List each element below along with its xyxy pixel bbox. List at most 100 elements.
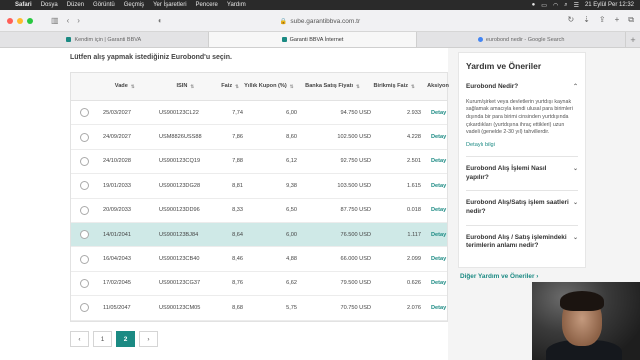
row-radio[interactable]: [79, 303, 89, 313]
chevron-down-icon[interactable]: ⌄: [573, 234, 578, 242]
chevron-up-icon[interactable]: ⌃: [573, 83, 578, 91]
faq-item-eurobond-nedir[interactable]: Eurobond Nedir? ⌃ Kurum/şirket veya devle…: [466, 79, 578, 156]
cell-aksiyon: Detay: [421, 280, 447, 286]
sort-icon[interactable]: ⇅: [190, 84, 194, 89]
back-icon[interactable]: ‹: [67, 16, 70, 25]
table-row[interactable]: 25/03/2027 US900123CL22 7,74 6,00 94.750 USD…: [71, 101, 447, 126]
detay-link[interactable]: Detay: [431, 280, 446, 286]
address-bar[interactable]: 🔒 sube.garantibbva.com.tr: [196, 14, 444, 28]
table-row[interactable]: 17/02/2045 US900123CG37 8,76 6,62 79.500 USD…: [71, 272, 447, 297]
detay-link[interactable]: Detay: [431, 232, 446, 238]
header-kupon[interactable]: Yıllık Kupon (%) ⇅: [242, 83, 296, 90]
faq-item-islem-saatleri[interactable]: Eurobond Alış/Satış işlem saatleri nedir…: [466, 190, 578, 224]
detay-link[interactable]: Detay: [431, 158, 446, 164]
wifi-icon[interactable]: ◠: [553, 2, 558, 9]
sort-icon[interactable]: ⇅: [235, 84, 239, 89]
prev-page-button[interactable]: ‹: [70, 331, 89, 347]
menu-pencere[interactable]: Pencere: [196, 2, 218, 8]
tab-google-search[interactable]: eurobond nedir - Google Search: [417, 32, 627, 47]
header-birikmis-faiz[interactable]: Birikmiş Faiz ⇅: [369, 83, 419, 90]
privacy-shield-icon[interactable]: ◐: [158, 16, 163, 25]
header-fiyat[interactable]: Banka Satış Fiyatı ⇅: [296, 83, 370, 90]
table-row[interactable]: 24/10/2028 US900123CQ19 7,88 6,12 92.750 USD…: [71, 150, 447, 175]
search-icon[interactable]: ⌕: [564, 2, 567, 9]
share-icon[interactable]: ⇪: [599, 15, 606, 25]
cell-faiz: 8,46: [232, 256, 243, 263]
cell-fiyat: 66.000 USD: [340, 256, 371, 263]
detay-link[interactable]: Detay: [431, 207, 446, 213]
tab-kendim-icin[interactable]: Kendim için | Garanti BBVA: [0, 32, 209, 47]
detayli-bilgi-link[interactable]: Detaylı bilgi: [466, 142, 578, 148]
menu-app-safari[interactable]: Safari: [15, 2, 32, 8]
chevron-down-icon[interactable]: ⌄: [573, 199, 578, 207]
table-row[interactable]: 20/09/2033 US900123DD96 8,33 6,50 87.750 USD…: [71, 199, 447, 223]
detay-link[interactable]: Detay: [431, 256, 446, 262]
menu-duzen[interactable]: Düzen: [67, 2, 84, 8]
other-help-link[interactable]: Diğer Yardım ve Öneriler ›: [460, 273, 538, 280]
next-page-button[interactable]: ›: [139, 331, 158, 347]
menu-gecmis[interactable]: Geçmiş: [124, 2, 144, 8]
header-vade[interactable]: Vade ⇅: [97, 83, 153, 90]
cell-isin: USM8826USS88: [153, 134, 219, 140]
detay-link[interactable]: Detay: [431, 134, 446, 140]
table-row[interactable]: 14/01/2041 US900123BJ84 8,64 6,00 76.500 USD…: [71, 222, 447, 248]
cell-kupon: 5,75: [243, 305, 297, 311]
page-instruction: Lütfen alış yapmak istediğiniz Eurobond'…: [70, 54, 232, 61]
table-row[interactable]: 24/09/2027 USM8826USS88 7,86 8,60 102.500 US…: [71, 125, 447, 150]
detay-link[interactable]: Detay: [431, 305, 446, 311]
sort-icon[interactable]: ⇅: [411, 84, 415, 89]
sort-icon[interactable]: ⇅: [290, 84, 294, 89]
cell-birikmis: 2.501: [371, 158, 421, 164]
detay-link[interactable]: Detay: [431, 110, 446, 116]
download-icon[interactable]: ⇣: [583, 15, 590, 25]
cell-vade: 11/05/2047: [97, 305, 153, 311]
faq-item-alis-islemi[interactable]: Eurobond Alış İşlemi Nasıl yapılır? ⌄: [466, 156, 578, 190]
cell-vade: 17/02/2045: [97, 280, 153, 286]
row-radio[interactable]: [79, 156, 89, 166]
tab-overview-icon[interactable]: ⧉: [628, 15, 634, 25]
table-row[interactable]: 19/01/2033 US900123DG28 8,81 9,38 103.500 US…: [71, 174, 447, 199]
cell-faiz: 7,74: [232, 109, 243, 116]
table-row[interactable]: 16/04/2043 US900123CB40 8,46 4,88 66.000 USD…: [71, 247, 447, 272]
row-radio[interactable]: [79, 278, 89, 288]
reload-icon[interactable]: ↻: [568, 15, 575, 25]
cell-faiz: 8,64: [232, 231, 243, 238]
cell-kupon: 6,00: [243, 110, 297, 116]
faq-item-terimler[interactable]: Eurobond Alış / Satış işlemindeki teriml…: [466, 224, 578, 259]
menu-yardim[interactable]: Yardım: [227, 2, 246, 8]
header-faiz[interactable]: Faiz ⇅: [218, 83, 242, 90]
record-icon[interactable]: ●: [532, 2, 536, 8]
row-radio[interactable]: [79, 205, 89, 215]
sidebar-toggle-icon[interactable]: ▥: [51, 16, 59, 25]
header-isin[interactable]: ISIN ⇅: [153, 83, 219, 90]
cell-isin: US900123DD96: [153, 207, 219, 213]
add-tab-icon[interactable]: +: [626, 32, 640, 47]
menu-yer-isaretleri[interactable]: Yer İşaretleri: [153, 2, 186, 8]
cell-isin: US900123CG37: [153, 280, 219, 286]
table-row[interactable]: 11/05/2047 US900123CM05 8,68 5,75 70.750 USD…: [71, 296, 447, 321]
cell-birikmis: 0.018: [371, 207, 421, 213]
sort-icon[interactable]: ⇅: [356, 84, 360, 89]
zoom-window-button[interactable]: [27, 17, 33, 24]
battery-icon[interactable]: ▭: [541, 2, 547, 9]
close-window-button[interactable]: [7, 17, 13, 24]
row-radio[interactable]: [79, 181, 89, 191]
new-tab-icon[interactable]: +: [615, 15, 620, 25]
row-radio[interactable]: [79, 254, 89, 264]
page-2-button[interactable]: 2: [116, 331, 135, 347]
forward-icon[interactable]: ›: [77, 16, 80, 25]
tab-garanti-internet[interactable]: Garanti BBVA İnternet: [208, 32, 418, 47]
control-center-icon[interactable]: ☰: [574, 2, 579, 9]
row-radio[interactable]: [79, 230, 89, 240]
row-radio[interactable]: [79, 132, 89, 142]
chevron-down-icon[interactable]: ⌄: [573, 165, 578, 173]
menubar-clock[interactable]: 21 Eylül Per 12:32: [585, 2, 634, 8]
row-radio[interactable]: [79, 108, 89, 118]
page-1-button[interactable]: 1: [93, 331, 112, 347]
menu-dosya[interactable]: Dosya: [41, 2, 58, 8]
sort-icon[interactable]: ⇅: [131, 84, 135, 89]
minimize-window-button[interactable]: [17, 17, 23, 24]
cell-kupon: 9,38: [243, 183, 297, 189]
detay-link[interactable]: Detay: [431, 183, 446, 189]
menu-goruntu[interactable]: Görüntü: [93, 2, 115, 8]
